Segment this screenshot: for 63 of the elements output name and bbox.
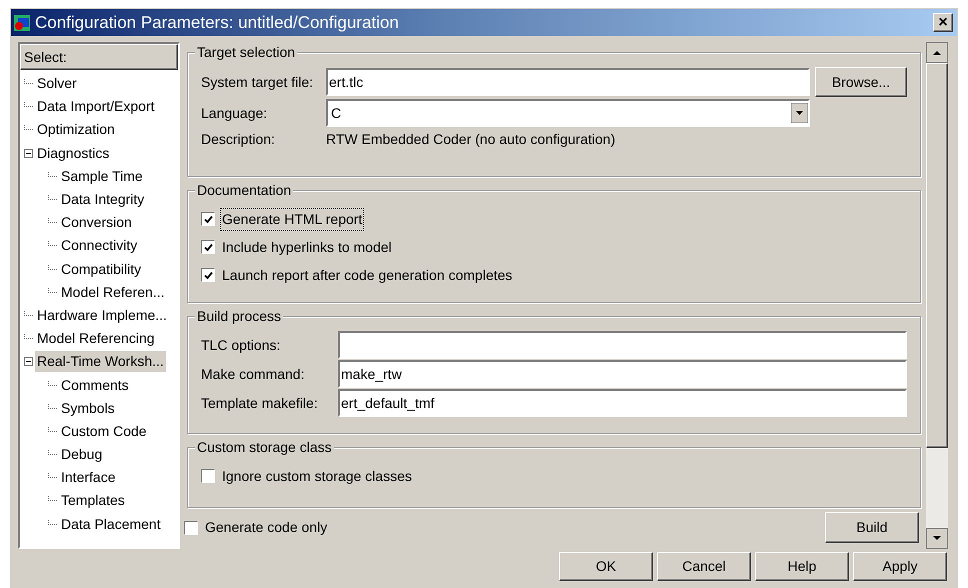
checkbox[interactable]	[201, 268, 215, 282]
tree-item[interactable]: Solver	[35, 73, 79, 94]
tree-item[interactable]: Symbols	[59, 398, 117, 419]
tree-item[interactable]: Debug	[59, 444, 104, 466]
dialog-button[interactable]: Cancel	[657, 552, 751, 581]
browse-button[interactable]: Browse...	[815, 67, 907, 97]
tree-item[interactable]: Data Import/Export	[35, 96, 156, 118]
field-label: Template makefile:	[201, 394, 319, 413]
checkmark-icon	[204, 270, 212, 280]
field-label: System target file:	[201, 72, 314, 92]
tree-item[interactable]: Data Placement	[59, 514, 163, 535]
tree-item[interactable]: Compatibility	[59, 258, 144, 280]
field-label: Description:	[201, 130, 276, 149]
checkbox-label: Include hyperlinks to model	[221, 238, 393, 257]
scroll-down-icon[interactable]	[926, 528, 948, 549]
tree-header: Select:	[20, 44, 178, 70]
window-title: Configuration Parameters: untitled/Configuration	[35, 12, 400, 34]
tree-item[interactable]: Diagnostics	[35, 142, 112, 164]
checkbox[interactable]	[201, 469, 215, 483]
tree-item[interactable]: Custom Code	[59, 420, 149, 442]
tree-item[interactable]: Real-Time Worksh...	[35, 351, 166, 372]
description-text: RTW Embedded Coder (no auto configuration)	[326, 130, 616, 149]
tree-item[interactable]: Conversion	[59, 212, 134, 234]
dialog-button[interactable]: Apply	[853, 552, 947, 581]
dialog-button[interactable]: Help	[755, 552, 849, 581]
field-label: Language:	[201, 104, 268, 123]
checkmark-icon	[204, 242, 212, 252]
dialog-button[interactable]: OK	[559, 552, 653, 581]
checkbox-label: Ignore custom storage classes	[221, 466, 413, 486]
collapse-icon[interactable]	[24, 148, 33, 158]
language-dropdown[interactable]: C	[326, 99, 810, 127]
field-label: Make command:	[201, 364, 306, 384]
scroll-thumb[interactable]	[926, 63, 948, 448]
text-field[interactable]	[338, 331, 907, 359]
tree-item[interactable]: Optimization	[35, 119, 117, 140]
checkbox-label: Launch report after code generation completes	[221, 266, 514, 285]
tree-item[interactable]: Data Integrity	[59, 189, 146, 210]
close-button[interactable]: ×	[933, 13, 953, 32]
checkbox[interactable]	[201, 212, 215, 226]
tree-item[interactable]: Model Referen...	[59, 282, 166, 303]
tree-item[interactable]: Hardware Impleme...	[35, 304, 169, 326]
app-icon	[13, 14, 31, 32]
checkbox-label: Generate code only	[204, 518, 328, 537]
collapse-icon[interactable]	[24, 357, 33, 366]
tree-item[interactable]: Model Referencing	[35, 328, 157, 350]
tree-item[interactable]: Interface	[59, 467, 118, 488]
checkbox-label: Generate HTML report	[221, 208, 364, 230]
text-field[interactable]: ert_default_tmf	[338, 389, 907, 417]
checkbox[interactable]	[201, 240, 215, 254]
tree-item[interactable]: Connectivity	[59, 235, 140, 256]
checkbox[interactable]	[184, 520, 198, 534]
text-field[interactable]: ert.tlc	[326, 68, 810, 96]
field-label: TLC options:	[201, 336, 282, 355]
scroll-up-icon[interactable]	[926, 42, 948, 63]
tree-item[interactable]: Sample Time	[59, 166, 145, 187]
tree-item[interactable]: Templates	[59, 490, 127, 512]
text-field[interactable]: make_rtw	[338, 360, 907, 388]
dropdown-value: C	[331, 104, 342, 122]
checkmark-icon	[204, 214, 212, 224]
tree-item[interactable]: Comments	[59, 374, 131, 396]
dropdown-arrow-icon	[791, 103, 808, 123]
scrollbar[interactable]	[926, 42, 948, 549]
build-button[interactable]: Build	[825, 512, 919, 543]
